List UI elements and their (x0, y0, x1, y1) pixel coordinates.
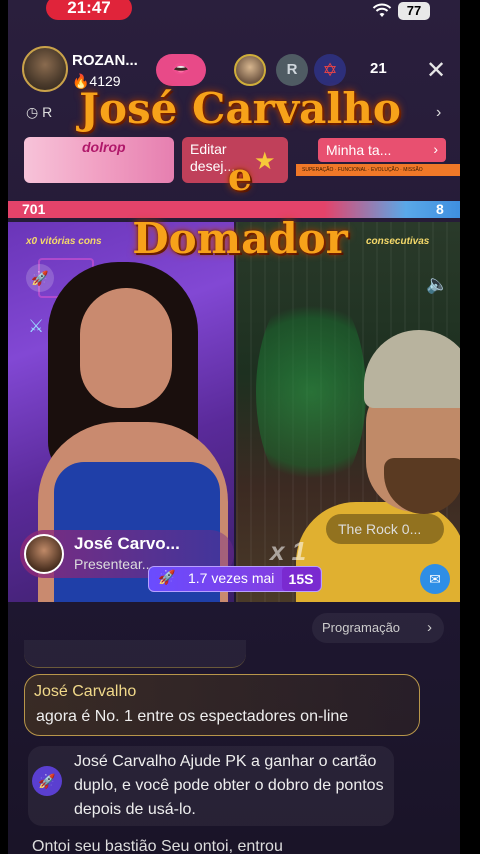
guest-plant (256, 282, 366, 502)
edit-wish-label: Editar desej... (190, 141, 236, 174)
boost-text: 1.7 vezes mai (188, 570, 275, 586)
viewer-avatar[interactable]: ✡ (314, 54, 346, 86)
host-avatar[interactable] (22, 46, 68, 92)
promo-banner-text: dolrop (82, 139, 126, 155)
chevron-right-icon[interactable]: › (436, 104, 441, 122)
mail-icon[interactable]: ✉ (420, 564, 450, 594)
chevron-right-icon: › (427, 619, 432, 636)
host-info-row[interactable]: ◷ R (26, 104, 52, 121)
gift-sender-avatar[interactable] (24, 534, 64, 574)
pk-right-score: 8 (436, 201, 444, 217)
host-info-label: R (42, 104, 53, 120)
lips-icon: 👄 (171, 61, 191, 78)
chat-system-text: José Carvalho Ajude PK a ganhar o cartão… (74, 753, 384, 818)
gift-sender-name: José Carvo... (74, 534, 180, 553)
boost-timer: 15S (282, 567, 320, 591)
gift-action: Presentear... (74, 556, 154, 572)
pk-wins-right: consecutivas (366, 236, 430, 247)
guest-name-tag[interactable]: The Rock 0... (326, 514, 444, 544)
chevron-right-icon: › (433, 141, 438, 157)
promo-banner[interactable]: dolrop (24, 137, 174, 183)
my-task-label: Minha ta... (326, 142, 392, 158)
my-task-button[interactable]: Minha ta... › (318, 138, 446, 162)
follow-lips-button[interactable]: 👄 (156, 54, 206, 86)
viewer-avatar[interactable] (234, 54, 266, 86)
task-strip: SUPERAÇÃO · FUNCIONAL · EVOLUÇÃO · MISSÃ… (296, 164, 460, 176)
rocket-icon: 🚀 (158, 569, 176, 585)
host-face (80, 288, 172, 408)
rocket-icon[interactable]: 🚀 (26, 264, 54, 292)
close-icon[interactable]: ✕ (426, 56, 446, 85)
live-stream-screen: 21:47 77 ROZAN... 🔥4129 👄 R ✡ 21 ✕ ◷ R ›… (8, 0, 460, 854)
gift-multiplier: x 1 (270, 536, 307, 566)
star-icon: ★ (254, 148, 276, 175)
status-time: 21:47 (46, 0, 132, 20)
pk-score-bar (8, 201, 460, 218)
clock-icon: ◷ (26, 104, 39, 120)
chat-username[interactable]: José Carvalho (34, 683, 136, 701)
wifi-icon (372, 3, 392, 17)
host-likes: 🔥4129 (72, 73, 121, 89)
pk-wins-left: x0 vitórias cons (26, 236, 102, 247)
viewer-avatar[interactable]: R (276, 54, 308, 86)
battery-indicator: 77 (398, 2, 430, 20)
chat-message (24, 640, 246, 668)
pk-left-score: 701 (22, 201, 46, 217)
schedule-button[interactable]: Programação › (312, 613, 444, 643)
schedule-label: Programação (322, 620, 401, 635)
edit-wish-button[interactable]: Editar desej... ★ (182, 137, 288, 183)
chat-message-text: Ontoi seu bastião Seu ontoi, entrou (32, 838, 283, 854)
status-bar: 21:47 77 (8, 0, 460, 22)
crossed-swords-icon[interactable]: ⚔ (28, 316, 44, 337)
chat-message-text: agora é No. 1 entre os espectadores on-l… (36, 708, 349, 725)
host-name[interactable]: ROZAN... (72, 52, 138, 69)
rocket-icon: 🚀 (32, 766, 62, 796)
speaker-icon[interactable]: 🔈 (426, 274, 448, 295)
viewer-count[interactable]: 21 (370, 60, 387, 77)
